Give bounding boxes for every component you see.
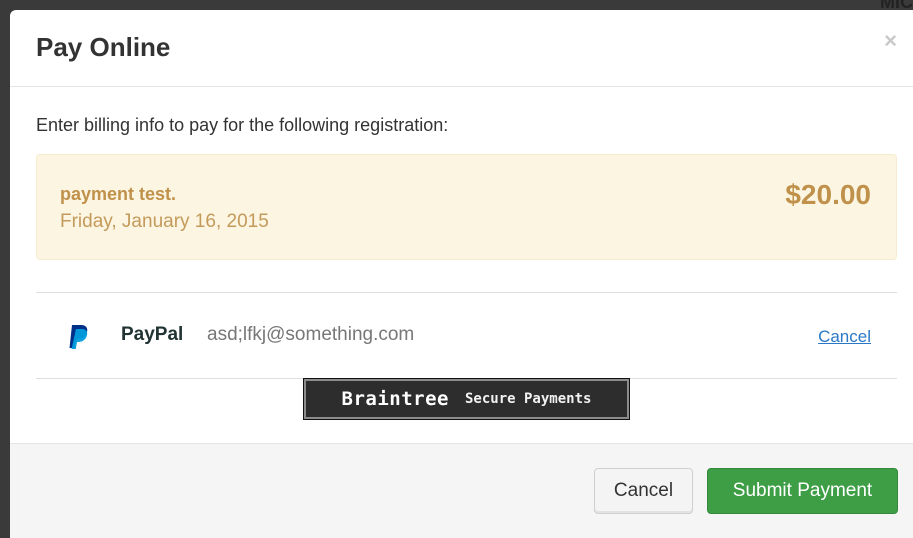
registration-summary: payment test. Friday, January 16, 2015 $… <box>36 154 897 260</box>
dialog-title: Pay Online <box>36 32 171 62</box>
dialog-footer: Cancel Submit Payment <box>10 443 913 538</box>
submit-payment-button[interactable]: Submit Payment <box>707 468 898 514</box>
pay-online-dialog: Pay Online × Enter billing info to pay f… <box>10 10 913 538</box>
payment-method-row: PayPal asd;lfkj@something.com Cancel <box>36 293 897 379</box>
payment-method-cancel-link[interactable]: Cancel <box>818 327 871 347</box>
intro-text: Enter billing info to pay for the follow… <box>36 115 449 135</box>
paypal-icon <box>68 324 90 350</box>
dialog-header: Pay Online × <box>10 10 913 87</box>
registration-date: Friday, January 16, 2015 <box>60 211 269 232</box>
dialog-body: Enter billing info to pay for the follow… <box>10 87 913 443</box>
registration-amount: $20.00 <box>785 179 871 210</box>
payment-method-email: asd;lfkj@something.com <box>207 324 415 345</box>
close-icon[interactable]: × <box>884 30 897 52</box>
cancel-button[interactable]: Cancel <box>594 468 693 514</box>
braintree-name: Braintree <box>341 388 449 410</box>
braintree-tagline: Secure Payments <box>465 391 592 407</box>
registration-name: payment test. <box>60 184 177 204</box>
braintree-badge: Braintree Secure Payments <box>303 378 630 420</box>
payment-method-label: PayPal <box>121 324 184 345</box>
